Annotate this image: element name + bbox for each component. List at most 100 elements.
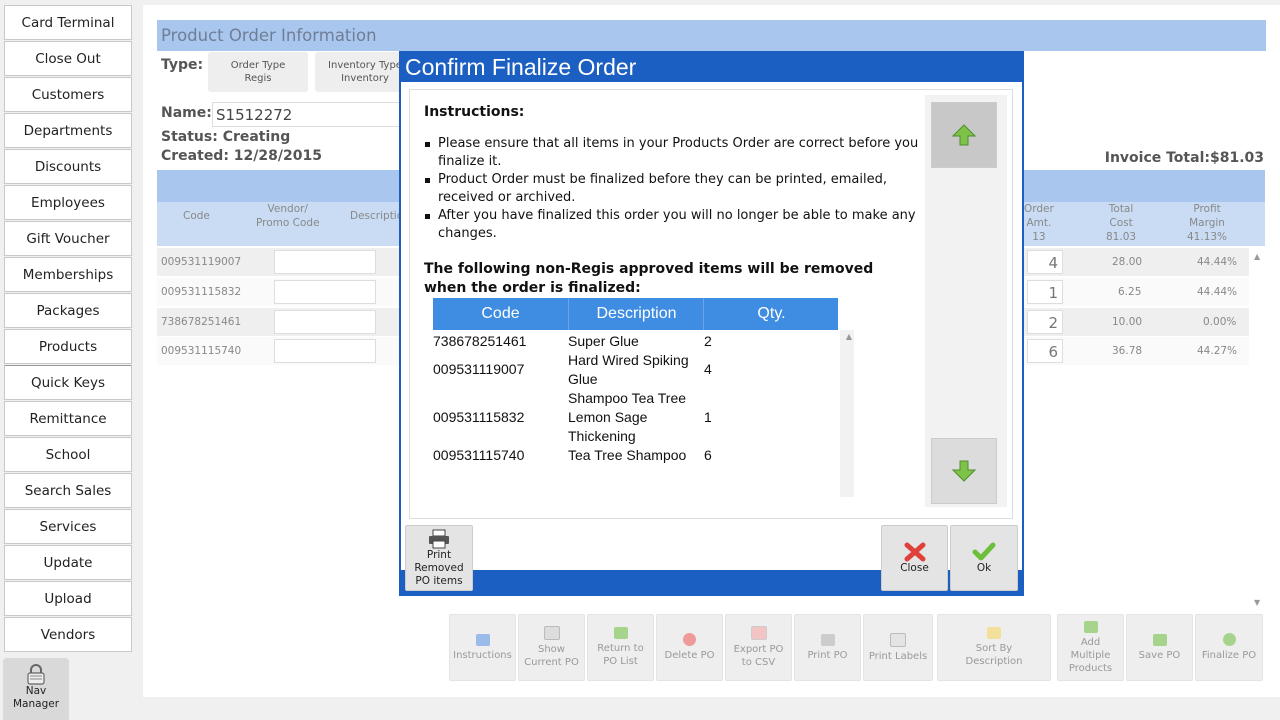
col-profit-margin[interactable]: Profit Margin 41.13% [1187,202,1227,244]
print-removed-items-button[interactable]: Print Removed PO items [405,525,473,591]
col-margin-l1: Profit [1193,203,1221,215]
export-po-csv-button[interactable]: Export PO to CSV [725,614,792,681]
document-icon [543,626,560,640]
add-l3: Products [1068,662,1113,674]
sidebar-item-departments[interactable]: Departments [4,113,132,148]
header-description: Description [568,298,704,330]
order-amt-input[interactable]: 6 [1027,339,1063,363]
delete-label: Delete PO [664,650,715,661]
help-icon [475,633,490,646]
sidebar-item-discounts[interactable]: Discounts [4,149,132,184]
printer-icon [820,633,835,646]
grid-scroll-down-icon[interactable]: ▼ [1254,598,1260,607]
item-code: 009531115832 [433,409,525,425]
scroll-up-small-icon[interactable]: ▲ [846,332,852,341]
row-code: 009531115832 [161,286,242,298]
status-text: Status: Creating [161,129,291,145]
instruction-item: Please ensure that all items in your Pro… [424,135,924,171]
sidebar-item-gift-voucher[interactable]: Gift Voucher [4,221,132,256]
print-labels-label: Print Labels [868,650,928,662]
finalize-po-button[interactable]: Finalize PO [1195,614,1263,681]
sidebar-item-services[interactable]: Services [4,509,132,544]
order-type-box[interactable]: Order Type Regis [208,52,308,92]
export-icon [750,626,767,640]
instructions-label: Instructions [453,649,512,661]
vendor-code-input[interactable] [274,280,376,304]
row-margin: 44.44% [1197,286,1238,298]
col-vendor-l1: Vendor/ [267,203,308,215]
sidebar-item-vendors[interactable]: Vendors [4,617,132,652]
print-labels-button[interactable]: Print Labels [863,614,933,681]
row-cost: 10.00 [1112,316,1143,328]
save-label: Save PO [1138,649,1181,661]
delete-po-button[interactable]: Delete PO [656,614,723,681]
item-qty: 6 [704,447,712,463]
sidebar-item-packages[interactable]: Packages [4,293,132,328]
vendor-code-input[interactable] [274,250,376,274]
sort-by-description-button[interactable]: Sort By Description [937,614,1051,681]
finalize-check-icon [1222,633,1236,646]
sidebar-item-memberships[interactable]: Memberships [4,257,132,292]
ok-button[interactable]: Ok [950,525,1018,591]
instruction-item: After you have finalized this order you … [424,207,924,243]
header-code: Code [481,305,520,322]
save-po-button[interactable]: Save PO [1126,614,1193,681]
add-l2: Multiple [1070,649,1111,661]
label-icon [890,632,906,647]
scroll-down-button[interactable] [931,438,997,504]
vendor-code-input[interactable] [274,310,376,334]
sidebar-item-quick-keys[interactable]: Quick Keys [4,365,132,400]
sidebar-item-school[interactable]: School [4,437,132,472]
add-l1: Add [1080,636,1101,648]
vendor-code-input[interactable] [274,339,376,363]
row-code: 009531115740 [161,345,242,357]
sidebar: Card Terminal Close Out Customers Depart… [4,5,132,653]
sidebar-item-customers[interactable]: Customers [4,77,132,112]
sidebar-item-upload[interactable]: Upload [4,581,132,616]
add-multiple-products-button[interactable]: Add Multiple Products [1057,614,1124,681]
sidebar-item-update[interactable]: Update [4,545,132,580]
return-to-po-list-button[interactable]: Return to PO List [587,614,654,681]
instructions-button[interactable]: Instructions [449,614,516,681]
item-description-line2: Glue [568,371,598,387]
nav-manager-button[interactable]: Nav Manager [3,658,69,720]
order-amt-input[interactable]: 1 [1027,280,1063,304]
show-current-po-button[interactable]: Show Current PO [518,614,585,681]
sidebar-item-close-out[interactable]: Close Out [4,41,132,76]
col-order-l1: Order [1024,203,1054,215]
sidebar-item-remittance[interactable]: Remittance [4,401,132,436]
print-removed-l1: Print [426,548,452,561]
printer-icon [429,529,449,548]
name-field[interactable]: S1512272 [212,102,402,127]
print-removed-l3: PO items [415,574,463,587]
item-code: 738678251461 [433,333,527,349]
item-code: 009531115740 [433,447,525,463]
show-current-l1: Show [538,644,565,655]
print-po-button[interactable]: Print PO [794,614,861,681]
removed-items-scrollbar[interactable]: ▲ [840,330,854,497]
order-amt-input[interactable]: 2 [1027,310,1063,334]
sort-l1: Sort By [975,643,1013,654]
sidebar-item-search-sales[interactable]: Search Sales [4,473,132,508]
ok-label: Ok [976,561,992,574]
sidebar-item-card-terminal[interactable]: Card Terminal [4,5,132,40]
col-order-amt[interactable]: Order Amt. 13 [1024,202,1054,244]
sidebar-item-products[interactable]: Products [4,329,132,364]
col-vendor[interactable]: Vendor/ Promo Code [256,202,320,230]
item-description: Super Glue [568,333,639,349]
print-po-label: Print PO [807,649,848,661]
grid-scroll-up-icon[interactable]: ▲ [1254,252,1260,261]
close-button[interactable]: Close [881,525,948,591]
item-description-line3: Thickening [568,428,636,444]
instructions-list: Please ensure that all items in your Pro… [424,135,924,243]
col-total-cost[interactable]: Total Cost 81.03 [1106,202,1136,244]
sidebar-item-employees[interactable]: Employees [4,185,132,220]
col-code[interactable]: Code [183,209,210,223]
close-label: Close [900,561,929,574]
instructions-heading: Instructions: [424,104,525,120]
dialog-content-pane[interactable]: Instructions: Please ensure that all ite… [409,89,1013,519]
plus-icon [1083,620,1098,633]
save-check-icon [1152,633,1167,646]
order-amt-input[interactable]: 4 [1027,250,1063,274]
scroll-up-button[interactable] [931,102,997,168]
